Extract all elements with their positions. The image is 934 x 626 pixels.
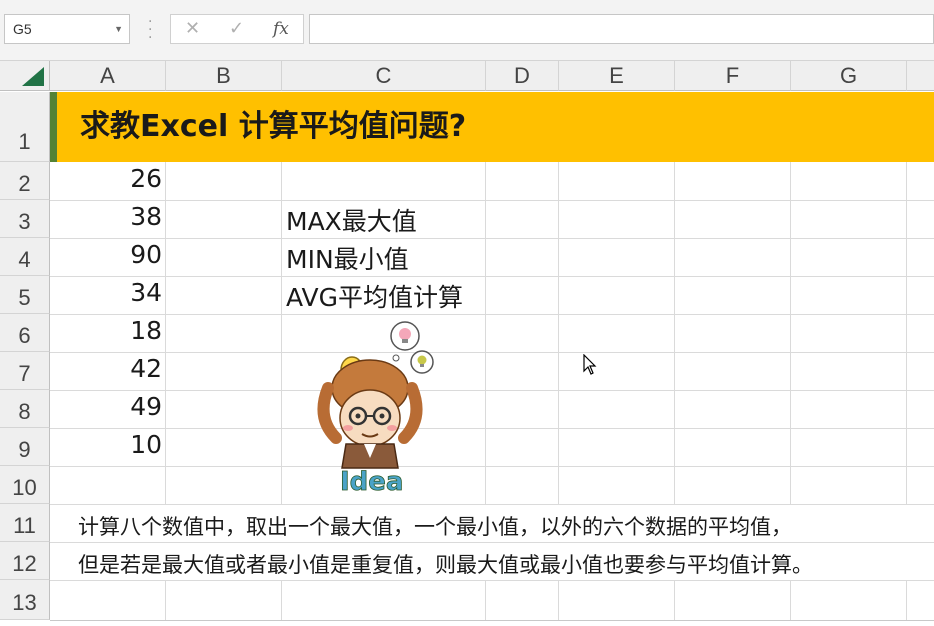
row-header-6[interactable]: 6: [0, 314, 50, 352]
gridline: [790, 580, 791, 620]
gridline: [281, 580, 282, 620]
row-header-7[interactable]: 7: [0, 352, 50, 390]
gridline: [906, 580, 907, 620]
row-header-10[interactable]: 10: [0, 466, 50, 504]
name-box[interactable]: G5 ▼: [4, 14, 130, 44]
gridline: [50, 504, 934, 505]
row-header-13[interactable]: 13: [0, 580, 50, 620]
gridline: [50, 238, 934, 239]
gridline: [906, 162, 907, 504]
gridline: [558, 162, 559, 504]
cell-a5[interactable]: 34: [50, 278, 162, 307]
row-header-5[interactable]: 5: [0, 276, 50, 314]
gridline: [790, 162, 791, 504]
row-header-9[interactable]: 9: [0, 428, 50, 466]
cell-c4[interactable]: MIN最小值: [286, 240, 409, 276]
gridline: [165, 580, 166, 620]
insert-function-icon[interactable]: fx: [273, 15, 289, 43]
select-all-corner[interactable]: [0, 61, 50, 91]
cell-a4[interactable]: 90: [50, 240, 162, 269]
row-header-1[interactable]: 1: [0, 92, 50, 162]
row-header-11[interactable]: 11: [0, 504, 50, 542]
mouse-pointer-icon: [583, 354, 597, 375]
column-header-g[interactable]: G: [791, 61, 907, 91]
name-box-value: G5: [13, 21, 32, 37]
gridline: [50, 580, 934, 581]
column-header-next[interactable]: [907, 61, 934, 91]
column-header-c[interactable]: C: [282, 61, 486, 91]
select-all-icon: [22, 67, 44, 86]
cell-a3[interactable]: 38: [50, 202, 162, 231]
cell-a9[interactable]: 10: [50, 430, 162, 459]
gridline: [485, 162, 486, 504]
cell-a7[interactable]: 42: [50, 354, 162, 383]
note-line-2: 但是若是最大值或者最小值是重复值，则最大值或最小值也要参与平均值计算。: [78, 553, 813, 577]
gridline: [50, 542, 934, 543]
gridline: [50, 620, 934, 621]
gridline: [485, 580, 486, 620]
column-header-d[interactable]: D: [486, 61, 559, 91]
gridline: [674, 580, 675, 620]
cell-a8[interactable]: 49: [50, 392, 162, 421]
column-header-b[interactable]: B: [166, 61, 282, 91]
note-line-1: 计算八个数值中，取出一个最大值，一个最小值，以外的六个数据的平均值，: [78, 515, 792, 539]
gridline: [50, 314, 934, 315]
gridline: [674, 162, 675, 504]
idea-character-illustration: Idea: [317, 321, 434, 497]
column-header-a[interactable]: A: [50, 61, 166, 91]
row-header-8[interactable]: 8: [0, 390, 50, 428]
gridline: [50, 466, 934, 467]
gridline: [50, 428, 934, 429]
chevron-down-icon[interactable]: ▼: [114, 15, 123, 43]
enter-icon[interactable]: ✓: [229, 15, 244, 43]
cancel-icon[interactable]: ✕: [185, 15, 200, 43]
column-header-e[interactable]: E: [559, 61, 675, 91]
title-accent-bar: [50, 92, 57, 162]
row-header-2[interactable]: 2: [0, 162, 50, 200]
gridline: [281, 162, 282, 504]
cell-a6[interactable]: 18: [50, 316, 162, 345]
gridline: [50, 352, 934, 353]
formula-bar: G5 ▼ · · · ✕ ✓ fx: [0, 0, 934, 61]
gridline: [50, 390, 934, 391]
cell-c3[interactable]: MAX最大值: [286, 202, 417, 238]
gridline: [558, 580, 559, 620]
gridline: [165, 162, 166, 504]
row-header-12[interactable]: 12: [0, 542, 50, 580]
gridline: [50, 276, 934, 277]
cell-a2[interactable]: 26: [50, 164, 162, 193]
formula-buttons: ✕ ✓ fx: [170, 14, 304, 44]
cell-c5[interactable]: AVG平均值计算: [286, 278, 463, 314]
more-options-icon[interactable]: · · ·: [148, 15, 152, 45]
column-header-f[interactable]: F: [675, 61, 791, 91]
gridline: [50, 200, 934, 201]
row-header-3[interactable]: 3: [0, 200, 50, 238]
idea-word: Idea: [340, 467, 403, 497]
formula-input[interactable]: [309, 14, 934, 44]
sheet-title: 求教Excel 计算平均值问题?: [80, 109, 467, 144]
row-header-4[interactable]: 4: [0, 238, 50, 276]
